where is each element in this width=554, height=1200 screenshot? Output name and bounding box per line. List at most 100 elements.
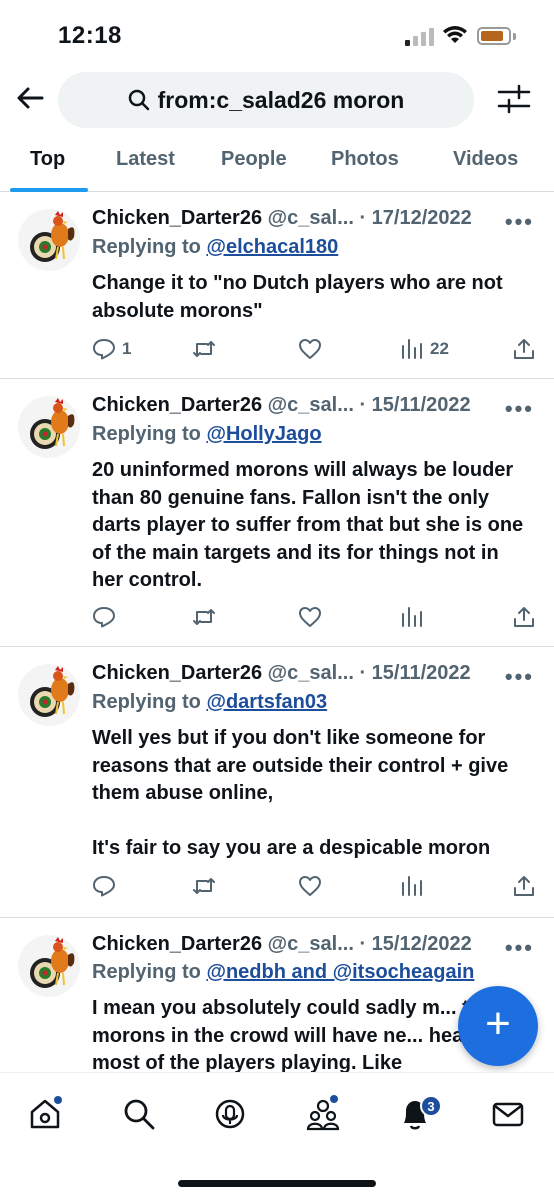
views-button[interactable] bbox=[400, 602, 424, 632]
nav-explore[interactable] bbox=[122, 1097, 156, 1131]
like-button[interactable] bbox=[298, 871, 322, 901]
replying-to-prefix: Replying to bbox=[92, 423, 201, 445]
more-options-icon[interactable]: ••• bbox=[505, 396, 534, 422]
tab-top[interactable]: Top bbox=[30, 148, 65, 171]
spaces-microphone-icon bbox=[215, 1099, 245, 1129]
retweet-icon bbox=[193, 878, 215, 894]
reply-mention-link[interactable]: @HollyJago bbox=[206, 423, 321, 445]
tweet[interactable]: Chicken_Darter26 @c_sal... · 15/11/2022 … bbox=[0, 380, 554, 647]
tweet[interactable]: Chicken_Darter26 @c_sal... · 15/11/2022 … bbox=[0, 648, 554, 918]
more-options-icon[interactable]: ••• bbox=[505, 935, 534, 961]
avatar[interactable] bbox=[18, 935, 80, 997]
avatar[interactable] bbox=[18, 664, 80, 726]
home-indicator-bar[interactable] bbox=[178, 1180, 376, 1187]
tweet-actions bbox=[92, 871, 542, 901]
avatar[interactable] bbox=[18, 209, 80, 271]
share-button[interactable] bbox=[512, 871, 536, 901]
tweet-header: Chicken_Darter26 @c_sal... · 15/11/2022 bbox=[92, 662, 512, 692]
nav-communities[interactable] bbox=[306, 1095, 340, 1131]
heart-icon bbox=[299, 339, 321, 359]
retweet-button[interactable] bbox=[192, 871, 216, 901]
back-arrow-icon[interactable] bbox=[14, 82, 46, 114]
replying-to-prefix: Replying to bbox=[92, 961, 201, 983]
share-button[interactable] bbox=[512, 334, 536, 364]
rooster-dartboard-avatar-icon bbox=[30, 211, 75, 262]
views-button[interactable] bbox=[400, 871, 424, 901]
retweet-icon bbox=[193, 341, 215, 357]
share-icon bbox=[514, 607, 534, 627]
reply-bubble-icon bbox=[93, 876, 115, 897]
retweet-button[interactable] bbox=[192, 334, 216, 364]
rooster-dartboard-avatar-icon bbox=[30, 666, 75, 717]
reply-button[interactable]: 1 bbox=[92, 334, 131, 364]
like-button[interactable] bbox=[298, 602, 322, 632]
reply-bubble-icon bbox=[93, 607, 115, 628]
tab-people[interactable]: People bbox=[221, 148, 287, 171]
active-tab-indicator bbox=[10, 188, 88, 192]
views-chart-icon bbox=[402, 876, 422, 896]
search-input[interactable]: from:c_salad26 moron bbox=[58, 72, 474, 128]
tweet-text: 20 uninformed morons will always be loud… bbox=[92, 459, 529, 591]
search-tabs: Top Latest People Photos Videos bbox=[0, 140, 554, 192]
tweet-actions: 1 22 bbox=[92, 334, 542, 364]
rooster-dartboard-avatar-icon bbox=[30, 937, 75, 988]
plus-icon: + bbox=[485, 999, 511, 1048]
tweet[interactable]: Chicken_Darter26 @c_sal... · 17/12/2022 … bbox=[0, 193, 554, 379]
tweet-date: · 15/12/2022 bbox=[359, 933, 472, 955]
tab-photos[interactable]: Photos bbox=[331, 148, 399, 171]
display-name[interactable]: Chicken_Darter26 bbox=[92, 207, 262, 229]
reply-bubble-icon bbox=[93, 339, 115, 360]
nav-spaces[interactable] bbox=[213, 1097, 247, 1131]
tab-latest[interactable]: Latest bbox=[116, 148, 175, 171]
share-icon bbox=[514, 339, 534, 359]
tweet-actions bbox=[92, 602, 542, 632]
retweet-icon bbox=[193, 609, 215, 625]
home-notification-dot bbox=[54, 1096, 62, 1104]
display-name[interactable]: Chicken_Darter26 bbox=[92, 933, 262, 955]
more-options-icon[interactable]: ••• bbox=[505, 664, 534, 690]
cellular-signal-icon bbox=[405, 28, 434, 46]
share-button[interactable] bbox=[512, 602, 536, 632]
notifications-badge: 3 bbox=[420, 1095, 442, 1117]
user-handle[interactable]: @c_sal... bbox=[268, 394, 354, 416]
reply-button[interactable] bbox=[92, 871, 116, 901]
tab-videos[interactable]: Videos bbox=[453, 148, 518, 171]
views-button[interactable]: 22 bbox=[400, 334, 449, 364]
tweet-header: Chicken_Darter26 @c_sal... · 17/12/2022 bbox=[92, 207, 512, 237]
reply-button[interactable] bbox=[92, 602, 116, 632]
nav-home[interactable] bbox=[28, 1096, 62, 1131]
communities-notification-dot bbox=[330, 1095, 338, 1103]
tweet-text: Well yes but if you don't like someone f… bbox=[92, 727, 509, 859]
rooster-dartboard-avatar-icon bbox=[30, 398, 75, 449]
tweet-header: Chicken_Darter26 @c_sal... · 15/12/2022 bbox=[92, 933, 512, 963]
avatar[interactable] bbox=[18, 396, 80, 458]
mail-envelope-icon bbox=[492, 1102, 524, 1127]
search-icon bbox=[124, 1099, 155, 1130]
display-name[interactable]: Chicken_Darter26 bbox=[92, 394, 262, 416]
display-name[interactable]: Chicken_Darter26 bbox=[92, 662, 262, 684]
search-settings-sliders-icon[interactable] bbox=[497, 84, 531, 114]
search-header: from:c_salad26 moron bbox=[0, 70, 554, 130]
compose-tweet-button[interactable]: + bbox=[458, 986, 538, 1066]
reply-mention-link[interactable]: @nedbh and @itsocheagain bbox=[206, 961, 474, 983]
replying-to: Replying to @nedbh and @itsocheagain bbox=[92, 961, 474, 984]
heart-icon bbox=[299, 876, 321, 896]
views-count: 22 bbox=[430, 339, 449, 358]
nav-messages[interactable] bbox=[491, 1097, 525, 1131]
heart-icon bbox=[299, 607, 321, 627]
user-handle[interactable]: @c_sal... bbox=[268, 662, 354, 684]
more-options-icon[interactable]: ••• bbox=[505, 209, 534, 235]
like-button[interactable] bbox=[298, 334, 322, 364]
tweet-date: · 15/11/2022 bbox=[359, 394, 471, 416]
user-handle[interactable]: @c_sal... bbox=[268, 207, 354, 229]
user-handle[interactable]: @c_sal... bbox=[268, 933, 354, 955]
tweet-date: · 17/12/2022 bbox=[359, 207, 472, 229]
reply-mention-link[interactable]: @elchacal180 bbox=[206, 236, 338, 258]
reply-mention-link[interactable]: @dartsfan03 bbox=[206, 691, 327, 713]
replying-to: Replying to @dartsfan03 bbox=[92, 691, 327, 714]
battery-nub bbox=[513, 33, 516, 40]
retweet-button[interactable] bbox=[192, 602, 216, 632]
tweet-date: · 15/11/2022 bbox=[359, 662, 471, 684]
replying-to-prefix: Replying to bbox=[92, 691, 201, 713]
status-time: 12:18 bbox=[58, 22, 122, 49]
